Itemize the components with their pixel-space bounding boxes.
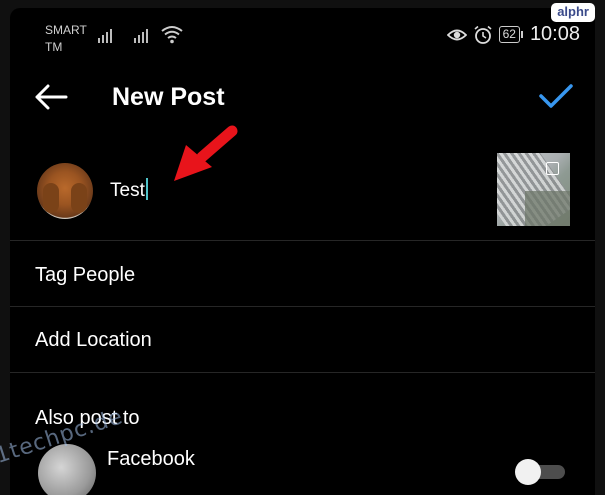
carrier-name: SMART TM	[45, 23, 87, 54]
avatar-dog-ear-right	[71, 183, 87, 213]
alarm-icon	[474, 25, 492, 44]
signal-icon-2	[134, 27, 154, 43]
signal-icon	[98, 27, 118, 43]
battery-indicator: 62	[498, 26, 524, 43]
status-bar: SMART TM 62 10:08	[10, 8, 595, 58]
facebook-label: Facebook	[107, 448, 195, 470]
eye-icon	[446, 29, 467, 40]
add-location-item[interactable]: Add Location	[35, 329, 152, 352]
caption-text: Test	[110, 180, 145, 201]
divider	[10, 372, 595, 373]
text-cursor	[145, 178, 148, 200]
share-check-icon[interactable]	[539, 83, 573, 109]
thumbnail-image-shade	[525, 191, 570, 226]
avatar-dog-ear-left	[43, 183, 59, 213]
toggle-knob	[515, 459, 541, 485]
new-post-screen: SMART TM 62 10:08 New Post Test Tag Peop…	[10, 8, 595, 495]
divider	[10, 306, 595, 307]
also-post-to-heading: Also post to	[35, 407, 140, 429]
status-right: 62 10:08	[446, 23, 580, 46]
wifi-icon	[161, 26, 183, 44]
caption-input[interactable]: Test	[110, 178, 148, 202]
facebook-share-toggle[interactable]	[515, 459, 565, 485]
multi-select-icon	[546, 162, 559, 175]
divider	[10, 240, 595, 241]
alphr-logo: alphr	[551, 3, 595, 22]
back-arrow-icon[interactable]	[34, 84, 68, 110]
page-title: New Post	[112, 83, 225, 111]
clock: 10:08	[529, 23, 580, 45]
facebook-account-avatar	[38, 444, 96, 495]
profile-avatar	[37, 163, 93, 219]
tag-people-item[interactable]: Tag People	[35, 264, 135, 287]
post-thumbnail[interactable]	[497, 153, 570, 226]
red-arrow-annotation	[174, 125, 238, 181]
